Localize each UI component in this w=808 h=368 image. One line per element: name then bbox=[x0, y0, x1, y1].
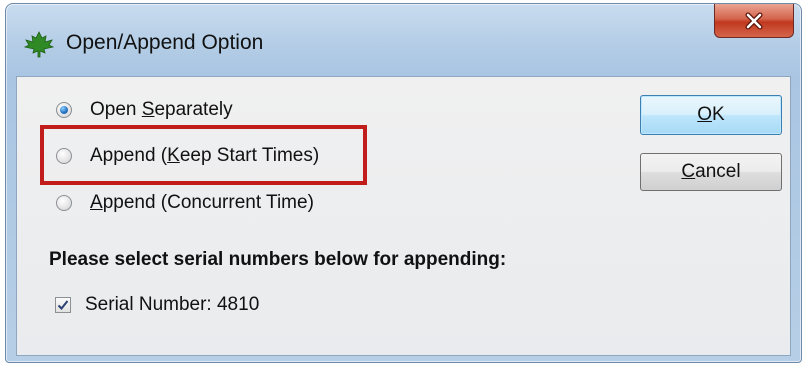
cancel-button[interactable]: Cancel bbox=[640, 153, 782, 191]
option-append-concurrent-time-label: Append (Concurrent Time) bbox=[90, 192, 314, 213]
dialog-content: Open Separately Append (Keep Start Times… bbox=[16, 76, 791, 356]
option-append-keep-start-times[interactable]: Append (Keep Start Times) bbox=[56, 143, 319, 169]
option-open-separately-label: Open Separately bbox=[90, 99, 233, 120]
serial-section-heading: Please select serial numbers below for a… bbox=[49, 249, 507, 270]
serial-number-label: Serial Number: 4810 bbox=[85, 294, 260, 315]
maple-leaf-icon bbox=[23, 31, 55, 58]
option-append-concurrent-time[interactable]: Append (Concurrent Time) bbox=[56, 190, 314, 216]
serial-number-checkbox[interactable] bbox=[55, 297, 71, 313]
checkmark-icon bbox=[57, 300, 69, 310]
radio-open-separately[interactable] bbox=[56, 102, 72, 118]
serial-number-item[interactable]: Serial Number: 4810 bbox=[55, 292, 259, 318]
option-open-separately[interactable]: Open Separately bbox=[56, 97, 233, 123]
ok-button-label: OK bbox=[697, 104, 725, 125]
radio-append-keep-start-times[interactable] bbox=[56, 148, 72, 164]
dialog-window: Open/Append Option Open Separately Appen… bbox=[5, 3, 802, 363]
cancel-button-label: Cancel bbox=[681, 161, 741, 182]
title-bar[interactable]: Open/Append Option bbox=[6, 4, 801, 76]
radio-append-concurrent-time[interactable] bbox=[56, 195, 72, 211]
option-append-keep-start-times-label: Append (Keep Start Times) bbox=[90, 145, 320, 166]
dialog-title: Open/Append Option bbox=[66, 31, 264, 54]
close-button[interactable] bbox=[714, 4, 794, 38]
ok-button[interactable]: OK bbox=[640, 95, 782, 135]
close-icon bbox=[745, 12, 763, 29]
